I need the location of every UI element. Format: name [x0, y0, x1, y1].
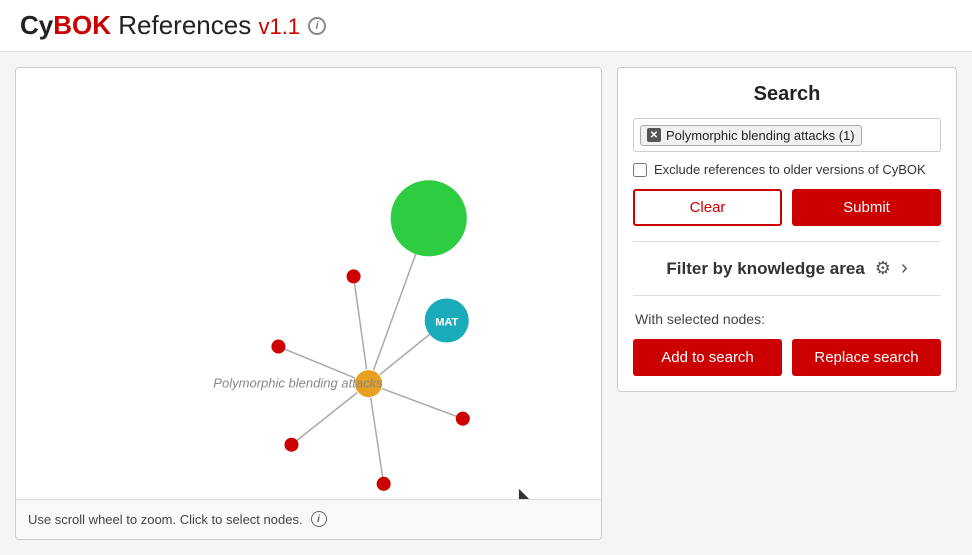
right-panel: Search ✕ Polymorphic blending attacks (1…: [617, 67, 957, 540]
main-content: MAT Polymorphic blending attacks Use scr…: [0, 52, 972, 555]
search-title: Search: [633, 83, 941, 106]
filter-settings-icon[interactable]: ⚙: [875, 258, 891, 279]
satellite-node-2[interactable]: [456, 412, 470, 426]
graph-canvas[interactable]: MAT Polymorphic blending attacks: [16, 68, 601, 499]
brand-bok: BOK: [53, 10, 111, 40]
divider-2: [633, 295, 941, 296]
graph-panel[interactable]: MAT Polymorphic blending attacks Use scr…: [15, 67, 602, 540]
search-tag-text: Polymorphic blending attacks (1): [666, 128, 855, 143]
brand-cy: Cy: [20, 10, 53, 40]
graph-footer-text: Use scroll wheel to zoom. Click to selec…: [28, 512, 303, 527]
app-title: CyBOK References v1.1: [20, 10, 300, 41]
graph-info-icon[interactable]: i: [311, 511, 327, 527]
search-tag: ✕ Polymorphic blending attacks (1): [640, 125, 862, 146]
add-to-search-button[interactable]: Add to search: [633, 339, 782, 376]
submit-button[interactable]: Submit: [792, 189, 941, 226]
satellite-node-3[interactable]: [284, 438, 298, 452]
selected-nodes-label: With selected nodes:: [633, 311, 941, 327]
center-node-label: Polymorphic blending attacks: [213, 376, 383, 391]
graph-footer: Use scroll wheel to zoom. Click to selec…: [16, 499, 601, 539]
exclude-older-checkbox[interactable]: [633, 163, 647, 177]
satellite-node-4[interactable]: [377, 477, 391, 491]
divider-1: [633, 241, 941, 242]
checkbox-row: Exclude references to older versions of …: [633, 162, 941, 177]
search-tag-row: ✕ Polymorphic blending attacks (1): [633, 118, 941, 152]
replace-search-button[interactable]: Replace search: [792, 339, 941, 376]
checkbox-label: Exclude references to older versions of …: [654, 162, 926, 177]
clear-submit-row: Clear Submit: [633, 189, 941, 226]
graph-svg[interactable]: MAT Polymorphic blending attacks: [16, 68, 601, 499]
version-label: v1.1: [258, 14, 300, 39]
filter-row: Filter by knowledge area ⚙ ›: [633, 257, 941, 280]
clear-button[interactable]: Clear: [633, 189, 782, 226]
search-panel: Search ✕ Polymorphic blending attacks (1…: [617, 67, 957, 392]
action-button-row: Add to search Replace search: [633, 339, 941, 376]
brand-ref: References: [111, 10, 251, 40]
filter-chevron-icon[interactable]: ›: [901, 257, 908, 280]
green-node[interactable]: [391, 180, 467, 256]
filter-label: Filter by knowledge area: [666, 259, 864, 279]
header-info-icon[interactable]: i: [308, 17, 326, 35]
satellite-node-1[interactable]: [271, 340, 285, 354]
header: CyBOK References v1.1 i: [0, 0, 972, 52]
satellite-node-5[interactable]: [347, 269, 361, 283]
search-tag-close-button[interactable]: ✕: [647, 128, 661, 142]
cursor-icon: [519, 489, 530, 499]
mat-label: MAT: [435, 316, 458, 328]
